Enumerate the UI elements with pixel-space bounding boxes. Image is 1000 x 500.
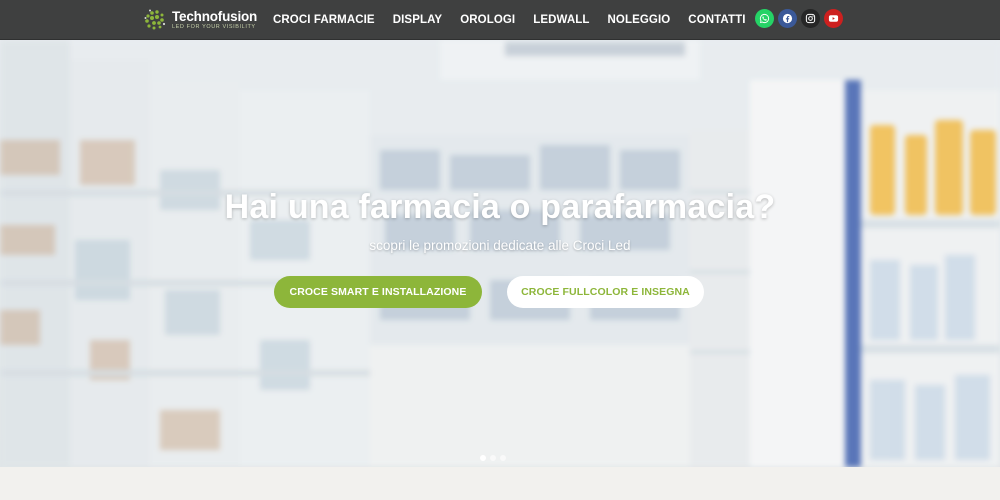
nav-item-ledwall[interactable]: LEDWALL — [533, 14, 589, 26]
brand-name: Technofusion — [172, 8, 258, 24]
croce-smart-button[interactable]: CROCE SMART E INSTALLAZIONE — [274, 276, 482, 308]
hero-title: Hai una farmacia o parafarmacia? — [224, 188, 776, 226]
whatsapp-icon[interactable] — [755, 9, 774, 28]
brand-logo[interactable]: Technofusion LED FOR YOUR VISIBILITY — [142, 5, 272, 35]
slider-pagination — [480, 455, 510, 461]
nav-item-display[interactable]: DISPLAY — [393, 14, 443, 26]
main-menu: CROCI FARMACIE DISPLAY OROLOGI LEDWALL N… — [264, 0, 755, 40]
social-links — [755, 9, 847, 29]
slide-dot-1[interactable] — [480, 455, 486, 461]
hero-slider: Hai una farmacia o parafarmacia? scopri … — [0, 40, 1000, 467]
nav-item-contatti[interactable]: CONTATTI — [688, 14, 745, 26]
slide-dot-3[interactable] — [500, 455, 506, 461]
brand-tagline: LED FOR YOUR VISIBILITY — [172, 24, 256, 30]
nav-item-croci-farmacie[interactable]: CROCI FARMACIE — [273, 14, 375, 26]
nav-item-orologi[interactable]: OROLOGI — [460, 14, 515, 26]
instagram-icon[interactable] — [801, 9, 820, 28]
content-section-start — [0, 467, 1000, 500]
croce-fullcolor-button[interactable]: CROCE FULLCOLOR E INSEGNA — [507, 276, 704, 308]
nav-item-noleggio[interactable]: NOLEGGIO — [608, 14, 671, 26]
slide-dot-2[interactable] — [490, 455, 496, 461]
top-navbar: Technofusion LED FOR YOUR VISIBILITY CRO… — [0, 0, 1000, 40]
logo-sphere-icon — [142, 7, 168, 33]
hero-subtitle: scopri le promozioni dedicate alle Croci… — [369, 238, 631, 253]
youtube-icon[interactable] — [824, 9, 843, 28]
facebook-icon[interactable] — [778, 9, 797, 28]
